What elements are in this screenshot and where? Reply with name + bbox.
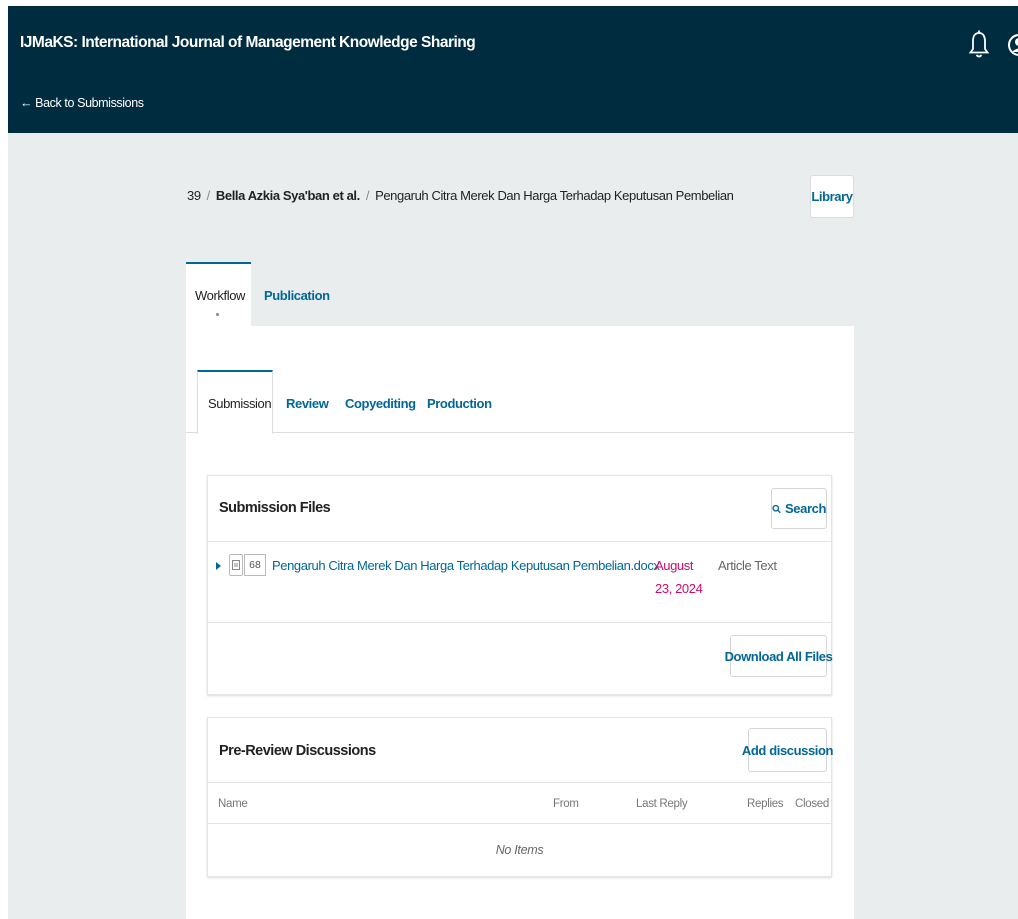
file-id-badge: 68 [244, 554, 266, 576]
file-date-line1: August [655, 558, 694, 573]
tab-publication-label: Publication [264, 288, 330, 303]
submission-id: 39 [187, 188, 201, 203]
pre-review-discussions-card: Pre-Review Discussions Add discussion Na… [207, 717, 834, 877]
submission-title: Pengaruh Citra Merek Dan Harga Terhadap … [375, 188, 734, 203]
user-profile-icon[interactable] [1006, 32, 1018, 58]
column-last-reply: Last Reply [636, 798, 688, 810]
file-name-link[interactable]: Pengaruh Citra Merek Dan Harga Terhadap … [272, 558, 660, 573]
bell-icon[interactable] [968, 30, 990, 60]
tab-submission-label: Submission [208, 396, 272, 411]
file-row: 68 Pengaruh Citra Merek Dan Harga Terhad… [208, 541, 831, 623]
submission-authors: Bella Azkia Sya'ban et al. [215, 188, 360, 203]
breadcrumb: 39 / Bella Azkia Sya'ban et al. / Pengaruh C… [187, 188, 734, 203]
tab-review-label: Review [286, 396, 329, 411]
file-type: Article Text [718, 558, 777, 573]
file-date-line2: 23, 2024 [655, 581, 703, 596]
column-name: Name [218, 798, 248, 810]
tab-copyediting-label: Copyediting [345, 396, 416, 411]
column-replies: Replies [747, 798, 784, 810]
submission-files-card: Submission Files Search 68 Pengaruh Citr… [207, 475, 833, 695]
download-all-files-button[interactable]: Download All Files [725, 635, 833, 677]
discussions-table-header: Name From Last Reply Replies Closed [208, 782, 831, 824]
back-to-submissions-link[interactable]: ← Back to Submissions [20, 96, 144, 110]
journal-title[interactable]: IJMaKS: International Journal of Managem… [20, 34, 476, 52]
file-date: August 23, 2024 [655, 554, 705, 600]
tab-production-label: Production [427, 396, 492, 411]
empty-table-message: No Items [495, 843, 544, 857]
expand-caret-icon[interactable] [216, 562, 221, 570]
app-header: IJMaKS: International Journal of Managem… [8, 6, 1018, 133]
tab-workflow[interactable]: Workflow [186, 262, 251, 326]
workflow-stage-tabs: Submission Review Copyediting Production [186, 370, 854, 434]
library-button[interactable]: Library [810, 175, 854, 218]
search-button-label: Search [785, 501, 826, 516]
tab-submission[interactable]: Submission [197, 370, 273, 434]
search-icon [772, 504, 781, 513]
submission-files-title: Submission Files [219, 500, 331, 516]
active-dot [216, 313, 219, 316]
search-button[interactable]: Search [771, 488, 827, 529]
breadcrumb-separator: / [206, 188, 211, 203]
column-closed: Closed [795, 798, 829, 810]
column-from: From [553, 798, 579, 810]
file-doc-icon [229, 554, 243, 576]
discussions-title: Pre-Review Discussions [219, 743, 376, 759]
add-discussion-button[interactable]: Add discussion [742, 728, 834, 772]
tab-workflow-label: Workflow [195, 288, 246, 303]
breadcrumb-separator: / [365, 188, 370, 203]
